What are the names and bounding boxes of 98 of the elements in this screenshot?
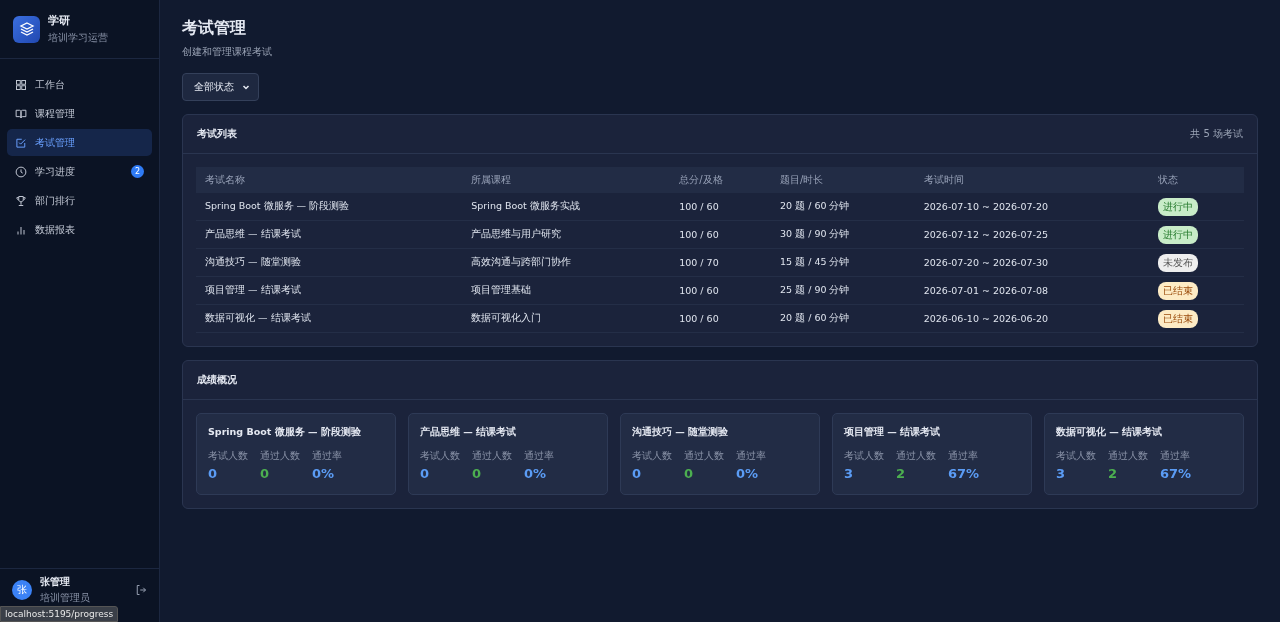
table-cell: 项目管理 — 结课考试 [196,276,463,305]
stat-value: 0 [472,466,483,481]
stat-value: 0% [524,466,548,481]
clock-icon [15,165,27,178]
trophy-icon [15,194,27,207]
table-cell: 100 / 60 [670,276,772,305]
status-filter-dropdown[interactable]: 全部状态 [182,73,259,101]
stat-label: 通过人数 [260,449,300,463]
stat-label: 通过率 [312,449,342,463]
stat-value: 2 [896,466,907,481]
stat-label: 通过人数 [472,449,512,463]
layers-logo-icon [13,15,40,43]
user-avatar: 张 [12,580,32,600]
stat-label: 通过人数 [684,449,724,463]
card-title: 考试列表 [197,127,237,141]
card-title: 成绩概况 [197,373,237,387]
book-icon [15,107,27,120]
table-cell: 沟通技巧 — 随堂测验 [196,248,463,277]
table-cell: 100 / 60 [670,304,772,333]
sidebar-item[interactable]: 课程管理 [7,100,152,127]
table-cell: Spring Boot 微服务实战 [462,193,671,221]
stat-label: 考试人数 [420,449,460,463]
table-cell: 2026-07-01 ~ 2026-07-08 [914,276,1149,305]
stat-value: 3 [844,466,855,481]
table-cell: 100 / 60 [670,193,772,221]
column-header: 总分/及格 [670,167,772,193]
table-cell: 30 题 / 90 分钟 [771,220,915,249]
column-header: 考试时间 [914,167,1149,193]
sidebar-item[interactable]: 考试管理 [7,129,152,156]
page-subtitle: 创建和管理课程考试 [182,45,273,59]
brand-name: 学研 [48,13,71,28]
table-cell: 2026-07-20 ~ 2026-07-30 [914,248,1149,277]
stat-label: 通过率 [736,449,766,463]
table-cell: 数据可视化 — 结课考试 [196,304,463,333]
status-badge: 已结束 [1157,309,1198,328]
stat-label: 考试人数 [208,449,248,463]
stat-value: 0 [684,466,695,481]
column-header: 所属课程 [462,167,671,193]
page-title: 考试管理 [182,18,247,39]
table-cell: 产品思维 — 结课考试 [196,220,463,249]
table-cell: 100 / 70 [670,248,772,277]
grid-icon [15,78,27,91]
column-header: 考试名称 [196,167,463,193]
stat-value: 67% [1160,466,1192,481]
user-name: 张管理 [40,575,71,589]
status-badge: 未发布 [1157,253,1198,272]
column-header: 题目/时长 [771,167,915,193]
table-cell: 20 题 / 60 分钟 [771,304,915,333]
table-cell: 数据可视化入门 [462,304,671,333]
brand-subtitle: 培训学习运营 [48,31,108,45]
stat-value: 3 [1056,466,1067,481]
sidebar-item[interactable]: 工作台 [7,71,152,98]
stat-label: 考试人数 [1056,449,1096,463]
sidebar-item[interactable]: 学习进度 2 [7,158,152,185]
stat-label: 通过率 [948,449,979,463]
exam-count: 共 5 场考试 [1190,127,1243,141]
sidebar-item[interactable]: 部门排行 [7,187,152,214]
count-badge: 2 [131,165,144,178]
table-cell: 2026-07-12 ~ 2026-07-25 [914,220,1149,249]
exam-title: 数据可视化 — 结课考试 [1056,426,1164,439]
exam-title: 产品思维 — 结课考试 [420,426,518,439]
user-role: 培训管理员 [40,591,91,605]
exam-title: 项目管理 — 结课考试 [844,426,942,439]
table-cell: 15 题 / 45 分钟 [771,248,915,277]
status-badge: 进行中 [1157,225,1198,244]
caret-icon [242,83,250,91]
table-cell: 20 题 / 60 分钟 [771,193,915,221]
stat-value: 2 [1108,466,1119,481]
table-cell: 高效沟通与跨部门协作 [462,248,671,277]
stat-value: 0% [736,466,760,481]
stat-value: 0 [208,466,219,481]
stat-label: 考试人数 [844,449,884,463]
table-cell: 产品思维与用户研究 [462,220,671,249]
stat-label: 通过人数 [896,449,936,463]
column-header: 状态 [1148,167,1244,193]
stat-label: 考试人数 [632,449,672,463]
sidebar-item[interactable]: 数据报表 [7,216,152,243]
stat-value: 0 [420,466,431,481]
exam-title: 沟通技巧 — 随堂测验 [632,426,730,439]
logout-icon[interactable] [135,584,147,596]
table-cell: 100 / 60 [670,220,772,249]
status-badge: 进行中 [1157,197,1198,216]
table-cell: 项目管理基础 [462,276,671,305]
table-cell: Spring Boot 微服务 — 阶段测验 [196,193,463,221]
stat-value: 0 [632,466,643,481]
stat-label: 通过率 [524,449,554,463]
table-cell: 2026-06-10 ~ 2026-06-20 [914,304,1149,333]
stat-label: 通过率 [1160,449,1191,463]
stat-value: 67% [948,466,980,481]
browser-status-url: localhost:5195/progress [0,606,119,622]
stat-value: 0 [260,466,271,481]
stat-label: 通过人数 [1108,449,1148,463]
exam-title: Spring Boot 微服务 — 阶段测验 [208,426,362,439]
stat-value: 0% [312,466,336,481]
table-cell: 2026-07-10 ~ 2026-07-20 [914,193,1149,221]
status-badge: 已结束 [1157,281,1198,300]
checkbox-icon [15,136,27,149]
table-cell: 25 题 / 90 分钟 [771,276,915,305]
